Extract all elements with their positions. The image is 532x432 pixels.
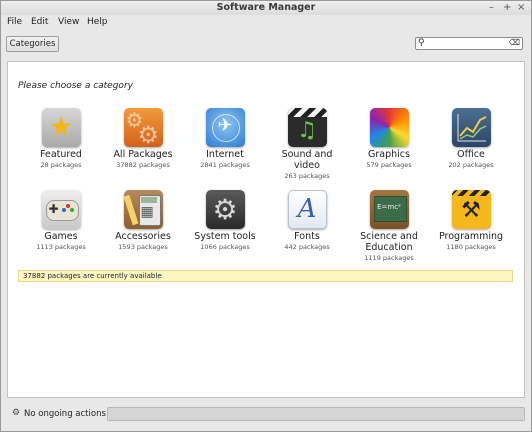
category-count: 1593 packages (118, 243, 168, 251)
category-sound-and-video[interactable]: ♫ Sound and video 263 packages (268, 108, 346, 180)
window-title: Software Manager (216, 2, 316, 13)
category-count: 2841 packages (200, 161, 250, 169)
category-label: Games (44, 231, 78, 242)
availability-notice: 37882 packages are currently available (18, 270, 513, 282)
category-label: All Packages (113, 149, 173, 160)
category-label: Office (457, 149, 485, 160)
menu-bar: File Edit View Help (1, 16, 531, 29)
font-icon: A (287, 190, 327, 229)
calculator-icon: ▦ (123, 190, 163, 229)
category-games[interactable]: ✚ Games 1113 packages (22, 190, 100, 251)
minimize-button[interactable]: – (489, 2, 494, 13)
star-icon: ★ (41, 108, 81, 147)
category-count: 579 packages (366, 161, 412, 169)
search-icon: ⚲ (418, 38, 425, 48)
system-gear-icon: ⚙ (205, 190, 245, 229)
category-all-packages[interactable]: ⚙ ⚙ All Packages 37882 packages (104, 108, 182, 169)
category-count: 1180 packages (446, 243, 496, 251)
software-manager-window: Software Manager – + × File Edit View He… (0, 0, 532, 432)
category-label: Graphics (368, 149, 410, 160)
category-count: 37882 packages (116, 161, 170, 169)
category-featured[interactable]: ★ Featured 28 packages (22, 108, 100, 169)
category-label: Featured (40, 149, 82, 160)
construction-icon: ⚒ (451, 190, 491, 229)
bottom-status-bar: ⚙ No ongoing actions (7, 404, 525, 424)
category-science-and-education[interactable]: E=mc² Science and Education 1119 package… (350, 190, 428, 262)
category-graphics[interactable]: Graphics 579 packages (350, 108, 428, 169)
category-internet[interactable]: ✈ Internet 2841 packages (186, 108, 264, 169)
category-label: Internet (206, 149, 244, 160)
categories-button[interactable]: Categories (6, 36, 59, 52)
category-label: Science and Education (360, 231, 418, 253)
category-panel: Please choose a category ★ Featured 28 p… (7, 61, 525, 398)
gears-icon: ⚙ ⚙ (123, 108, 163, 147)
gamepad-icon: ✚ (41, 190, 81, 229)
category-count: 28 packages (40, 161, 82, 169)
category-label: Fonts (294, 231, 320, 242)
globe-icon: ✈ (205, 108, 245, 147)
close-button[interactable]: × (517, 2, 525, 13)
category-label: Programming (438, 231, 504, 242)
progress-bar (107, 407, 525, 421)
color-wheel-icon (369, 108, 409, 147)
maximize-button[interactable]: + (503, 2, 511, 13)
category-label: Sound and video (281, 149, 333, 171)
clear-search-icon[interactable]: ⌫ (509, 38, 520, 47)
search-input[interactable]: ⚲ ⌫ (415, 37, 523, 50)
category-label: Accessories (115, 231, 171, 242)
chalkboard-icon: E=mc² (369, 190, 409, 229)
category-label: System tools (194, 231, 256, 242)
category-accessories[interactable]: ▦ Accessories 1593 packages (104, 190, 182, 251)
category-count: 1113 packages (36, 243, 86, 251)
category-count: 1119 packages (364, 254, 414, 262)
ongoing-actions-label: No ongoing actions (24, 409, 106, 419)
menu-help[interactable]: Help (87, 17, 108, 27)
clapper-note-icon: ♫ (287, 108, 327, 147)
chart-icon (451, 108, 491, 147)
menu-edit[interactable]: Edit (31, 17, 48, 27)
choose-category-prompt: Please choose a category (18, 81, 133, 91)
gear-icon: ⚙ (12, 408, 21, 418)
category-count: 202 packages (448, 161, 494, 169)
category-count: 442 packages (284, 243, 330, 251)
category-fonts[interactable]: A Fonts 442 packages (268, 190, 346, 251)
category-system-tools[interactable]: ⚙ System tools 1066 packages (186, 190, 264, 251)
title-bar: Software Manager – + × (1, 1, 531, 15)
category-count: 1066 packages (200, 243, 250, 251)
menu-view[interactable]: View (58, 17, 79, 27)
category-count: 263 packages (284, 172, 330, 180)
category-office[interactable]: Office 202 packages (432, 108, 510, 169)
menu-file[interactable]: File (7, 17, 22, 27)
category-programming[interactable]: ⚒ Programming 1180 packages (432, 190, 510, 251)
